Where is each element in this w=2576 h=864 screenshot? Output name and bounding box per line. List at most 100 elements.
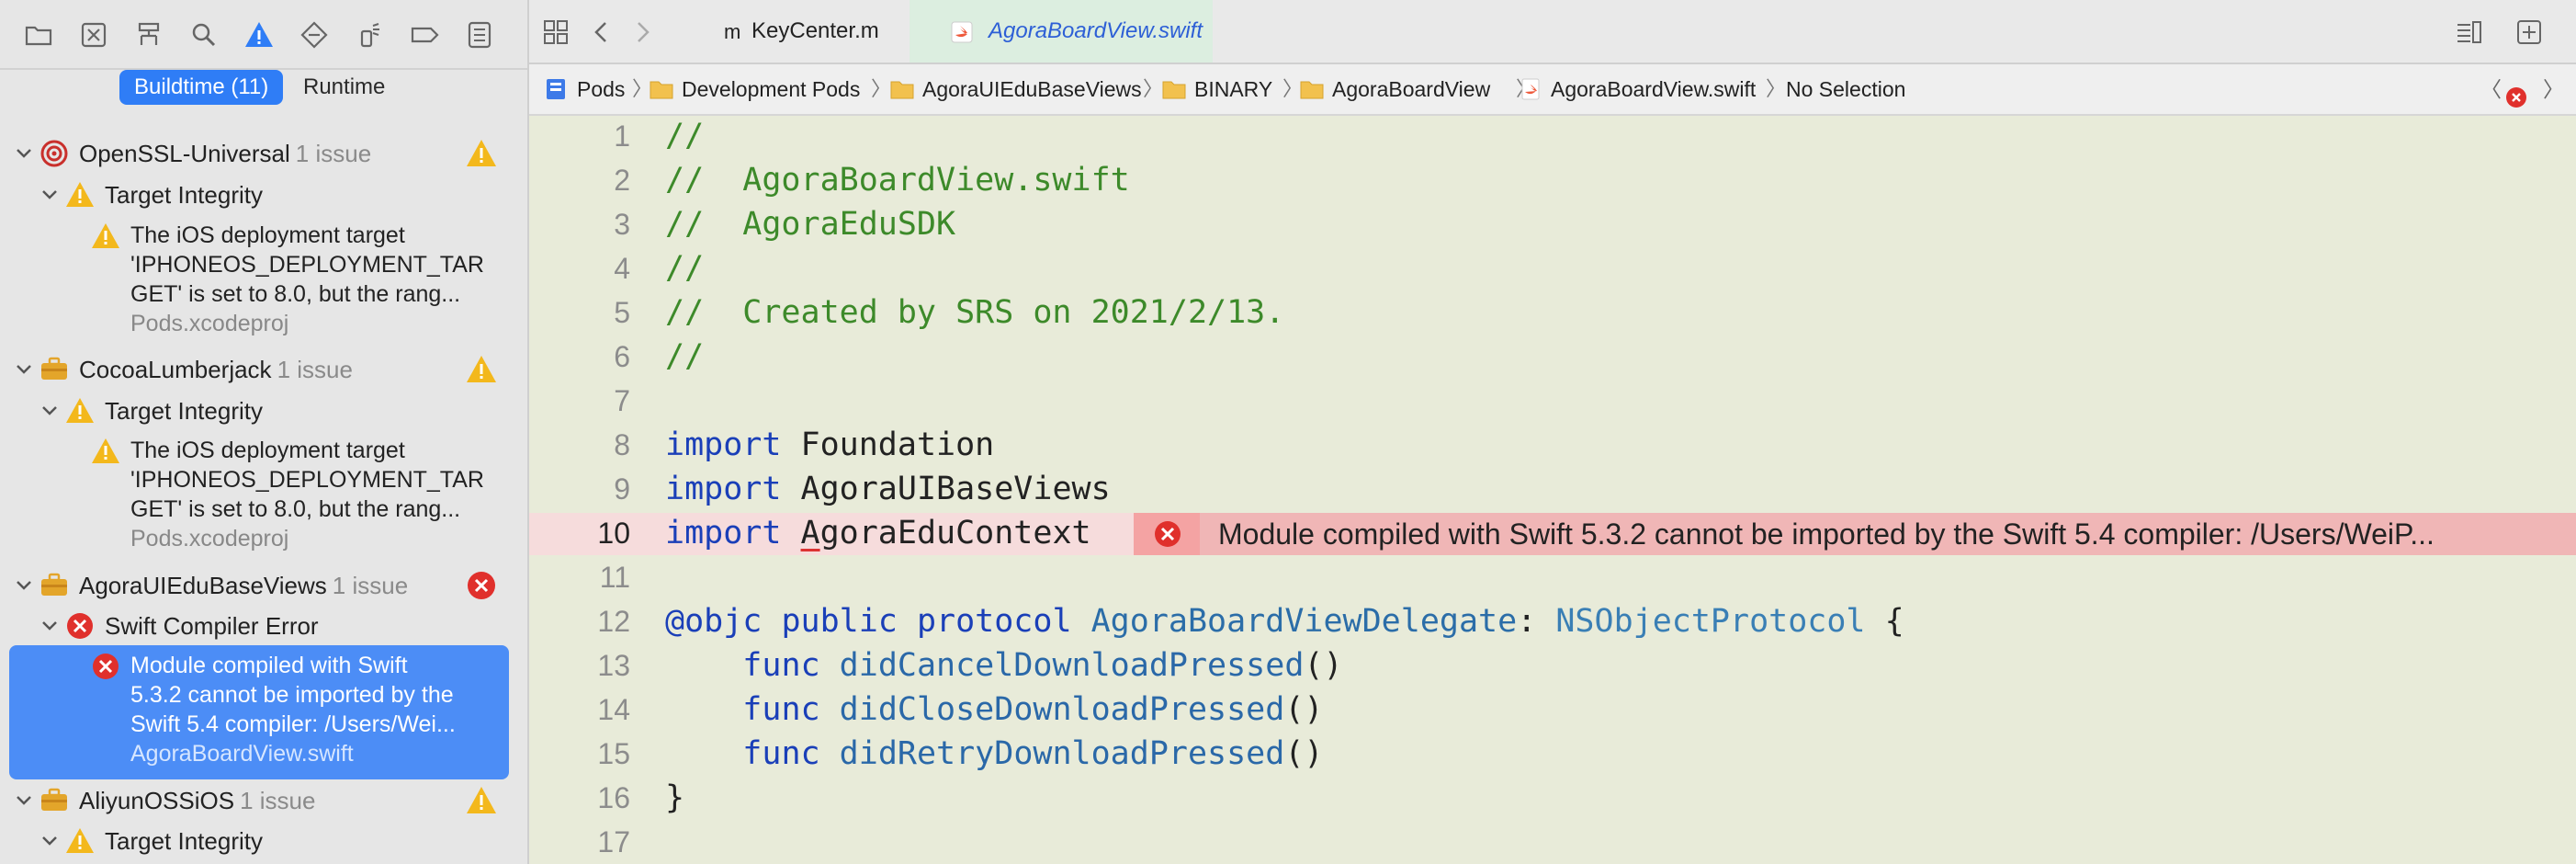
swift-file-icon — [1518, 68, 1543, 100]
code-line: import Foundation — [665, 426, 995, 463]
breadcrumb-agorauiedubaseviews[interactable]: AgoraUIEduBaseViews — [889, 64, 1142, 114]
chevron-down-icon[interactable] — [13, 354, 35, 385]
jump-bar: Pods 〉 Development Pods 〉 AgoraUIEduBase… — [529, 64, 2576, 116]
breadcrumb-no-selection[interactable]: No Selection — [1786, 64, 1905, 114]
issue-file: Pods.xcodeproj — [130, 311, 289, 336]
code-line: } — [665, 779, 685, 816]
line-number: 3 — [614, 208, 630, 241]
chevron-down-icon[interactable] — [39, 610, 61, 642]
issue-group-aliyunossios[interactable]: AliyunOSSiOS 1 issue — [0, 785, 527, 816]
line-number: 7 — [614, 384, 630, 417]
prev-issue-icon[interactable]: 〈 — [2480, 64, 2502, 114]
folder-icon — [1161, 68, 1187, 99]
chevron-down-icon[interactable] — [39, 825, 61, 857]
chevron-right-icon: 〉 — [1766, 77, 1787, 100]
warning-icon — [64, 825, 96, 857]
code-line: // AgoraEduSDK — [665, 206, 956, 243]
error-icon — [90, 651, 121, 682]
breadcrumb-development-pods[interactable]: Development Pods — [649, 64, 860, 114]
line-number: 2 — [614, 164, 630, 197]
add-editor-icon[interactable] — [2514, 17, 2545, 48]
folder-icon — [1299, 68, 1325, 99]
navigator-toolbar — [0, 0, 527, 70]
code-line: // — [665, 118, 705, 154]
line-number: 15 — [597, 737, 630, 770]
breadcrumb-pods[interactable]: Pods — [544, 64, 625, 114]
group-name: AliyunOSSiOS — [79, 787, 235, 814]
chevron-down-icon[interactable] — [39, 179, 61, 210]
folder-icon — [649, 68, 674, 99]
back-icon[interactable] — [586, 17, 617, 48]
warning-icon — [64, 395, 96, 426]
issue-group-agorauiedubaseviews[interactable]: AgoraUIEduBaseViews 1 issue — [0, 570, 527, 601]
issue-category-row[interactable]: Target Integrity — [0, 179, 527, 210]
warning-icon — [465, 353, 498, 386]
forward-icon[interactable] — [627, 17, 658, 48]
chevron-right-icon: 〉 — [1143, 77, 1164, 100]
issue-category-row[interactable]: Target Integrity — [0, 825, 527, 857]
folder-icon[interactable] — [22, 18, 55, 51]
code-line: func didCancelDownloadPressed() — [742, 647, 1343, 684]
tag-icon[interactable] — [408, 18, 441, 51]
error-icon — [1134, 513, 1200, 555]
warning-icon — [64, 179, 96, 210]
issue-message[interactable]: The iOS deployment target 'IPHONEOS_DEPL… — [130, 436, 498, 553]
code-line: // AgoraBoardView.swift — [665, 162, 1130, 199]
issue-navigator: Buildtime (11) Runtime OpenSSL-Universal… — [0, 0, 529, 864]
issue-group-openssl[interactable]: OpenSSL-Universal 1 issue — [0, 138, 527, 169]
category-label: Target Integrity — [105, 397, 263, 425]
code-line: @objc public protocol AgoraBoardViewDele… — [665, 603, 1904, 640]
warning-triangle-icon[interactable] — [243, 18, 276, 51]
line-number: 6 — [614, 340, 630, 373]
line-number: 13 — [597, 649, 630, 682]
code-line: // — [665, 338, 705, 375]
issue-file: AgoraBoardView.swift — [130, 741, 354, 767]
inspector-toggle-icon[interactable] — [2453, 17, 2484, 48]
line-number: 8 — [614, 428, 630, 461]
diamond-icon[interactable] — [298, 18, 331, 51]
line-number: 10 — [597, 517, 630, 550]
line-number: 14 — [597, 693, 630, 726]
error-icon[interactable] — [2504, 77, 2528, 108]
buildtime-scope-button[interactable]: Buildtime (11) — [119, 70, 284, 105]
line-number: 5 — [614, 296, 630, 329]
list-icon[interactable] — [463, 18, 496, 51]
group-name: CocoaLumberjack — [79, 356, 272, 383]
tab-label: KeyCenter.m — [751, 18, 879, 43]
x-square-icon[interactable] — [77, 18, 110, 51]
breadcrumb-agoraboardview-folder[interactable]: AgoraBoardView — [1299, 64, 1490, 114]
issue-group-cocoalumberjack[interactable]: CocoaLumberjack 1 issue — [0, 354, 527, 385]
code-area[interactable]: 1 2 3 4 5 6 7 8 9 10 11 12 13 14 15 16 1… — [529, 116, 2576, 864]
breadcrumb-agoraboardview-swift[interactable]: AgoraBoardView.swift — [1518, 64, 1756, 114]
issue-count: 1 issue — [277, 356, 353, 383]
issue-category-row[interactable]: Swift Compiler Error — [0, 610, 527, 642]
chevron-down-icon[interactable] — [13, 785, 35, 816]
code-line: // Created by SRS on 2021/2/13. — [665, 294, 1285, 331]
tab-agoraboardview[interactable]: AgoraBoardView.swift — [910, 0, 1213, 63]
error-icon — [64, 610, 96, 642]
line-number: 9 — [614, 472, 630, 506]
selected-issue-message[interactable]: Module compiled with Swift 5.3.2 cannot … — [130, 651, 498, 768]
code-line: func didCloseDownloadPressed() — [742, 691, 1324, 728]
line-number: 4 — [614, 252, 630, 285]
folder-icon — [889, 68, 915, 99]
issue-category-row[interactable]: Target Integrity — [0, 395, 527, 426]
breadcrumb-binary[interactable]: BINARY — [1161, 64, 1272, 114]
line-number: 16 — [597, 781, 630, 814]
target-icon — [39, 138, 70, 169]
issue-message[interactable]: The iOS deployment target 'IPHONEOS_DEPL… — [130, 221, 498, 338]
spray-icon[interactable] — [353, 18, 386, 51]
runtime-scope-button[interactable]: Runtime — [288, 70, 400, 105]
chevron-down-icon[interactable] — [39, 395, 61, 426]
issue-file: Pods.xcodeproj — [130, 526, 289, 551]
swift-file-icon — [950, 20, 974, 44]
grid-icon[interactable] — [540, 17, 571, 48]
search-icon[interactable] — [187, 18, 220, 51]
chevron-down-icon[interactable] — [13, 138, 35, 169]
inline-error-banner[interactable]: Module compiled with Swift 5.3.2 cannot … — [1134, 513, 2576, 555]
chevron-down-icon[interactable] — [13, 570, 35, 601]
hierarchy-icon[interactable] — [132, 18, 165, 51]
line-number: 1 — [614, 119, 630, 153]
tab-bar: m KeyCenter.m AgoraBoardView.swift — [529, 0, 2576, 64]
next-issue-icon[interactable]: 〉 — [2543, 64, 2564, 114]
